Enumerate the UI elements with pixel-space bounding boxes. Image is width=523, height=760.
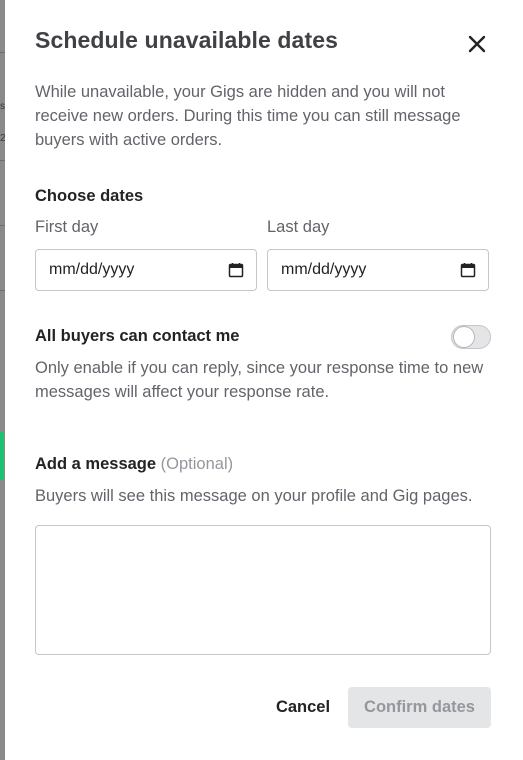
optional-label: (Optional)	[160, 455, 234, 473]
message-description: Buyers will see this message on your pro…	[35, 487, 473, 505]
close-icon	[468, 35, 486, 53]
choose-dates-heading: Choose dates	[35, 187, 144, 205]
message-heading-label: Add a message	[35, 455, 157, 473]
last-day-date-input[interactable]: mm/dd/yyyy	[267, 249, 489, 291]
calendar-icon[interactable]	[228, 262, 244, 278]
cancel-button[interactable]: Cancel	[260, 687, 346, 728]
unavailable-dates-modal: Schedule unavailable dates While unavail…	[5, 0, 523, 760]
message-textarea[interactable]	[35, 525, 491, 655]
buyers-contact-toggle[interactable]	[451, 325, 491, 349]
first-day-date-input[interactable]: mm/dd/yyyy	[35, 249, 257, 291]
contact-description: Only enable if you can reply, since your…	[35, 359, 484, 401]
confirm-dates-button[interactable]: Confirm dates	[348, 687, 491, 728]
modal-title: Schedule unavailable dates	[35, 27, 338, 53]
last-day-label: Last day	[267, 218, 330, 236]
first-day-label: First day	[35, 218, 99, 236]
message-heading: Add a message (Optional)	[35, 455, 233, 474]
last-day-placeholder: mm/dd/yyyy	[281, 261, 367, 278]
contact-heading: All buyers can contact me	[35, 327, 240, 345]
calendar-icon[interactable]	[460, 262, 476, 278]
backdrop-accent-bar	[0, 432, 3, 480]
close-button[interactable]	[465, 32, 489, 56]
first-day-placeholder: mm/dd/yyyy	[49, 261, 135, 278]
toggle-knob	[454, 327, 474, 347]
modal-intro: While unavailable, your Gigs are hidden …	[35, 83, 461, 149]
